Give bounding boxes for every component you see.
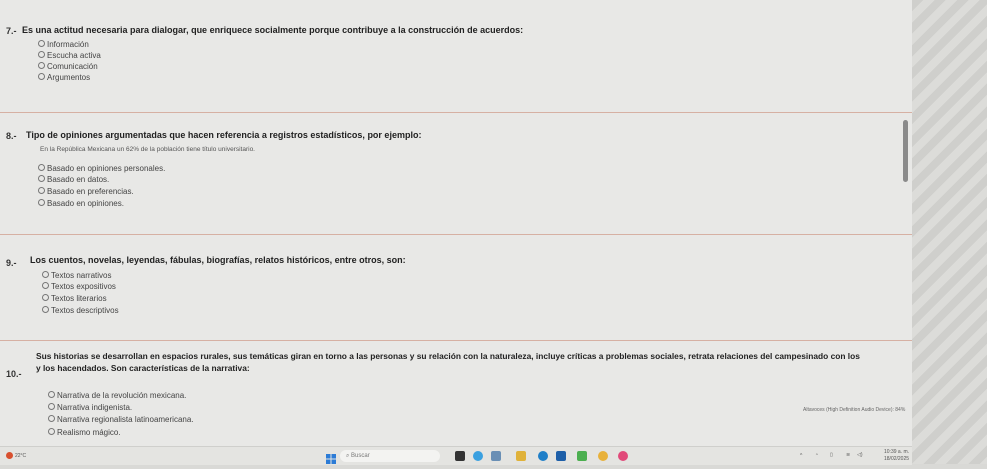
- question-9-option-2[interactable]: Textos expositivos: [42, 282, 116, 292]
- radio-icon[interactable]: [38, 51, 45, 59]
- screen-bezel: [912, 0, 987, 464]
- radio-icon[interactable]: [48, 403, 55, 411]
- radio-icon[interactable]: [38, 175, 45, 183]
- word-icon[interactable]: [556, 451, 566, 461]
- question-7-option-2[interactable]: Escucha activa: [38, 51, 101, 61]
- radio-icon[interactable]: [38, 164, 45, 172]
- question-8-example: En la República Mexicana un 62% de la po…: [40, 146, 255, 153]
- question-divider: [0, 112, 912, 113]
- radio-icon[interactable]: [42, 282, 49, 290]
- question-9-option-1[interactable]: Textos narrativos: [42, 271, 111, 281]
- edge-browser-icon[interactable]: [538, 451, 548, 461]
- question-10-number: 10.-: [6, 369, 22, 379]
- question-8-number: 8.-: [6, 131, 17, 141]
- question-8-option-2[interactable]: Basado en datos.: [38, 175, 109, 185]
- copilot-icon[interactable]: [473, 451, 483, 461]
- question-8-option-1[interactable]: Basado en opiniones personales.: [38, 164, 165, 174]
- question-8-option-4[interactable]: Basado en opiniones.: [38, 199, 124, 209]
- clock-date[interactable]: 18/02/2025: [884, 456, 909, 462]
- tray-chevron-icon[interactable]: ^: [800, 453, 802, 459]
- question-10-option-1[interactable]: Narrativa de la revolución mexicana.: [48, 391, 186, 401]
- taskbar-search-input[interactable]: ⌕ Buscar: [340, 450, 440, 462]
- browser-page: 7.- Es una actitud necesaria para dialog…: [0, 0, 912, 446]
- task-view-icon[interactable]: [455, 451, 465, 461]
- radio-icon[interactable]: [42, 306, 49, 314]
- tray-app-icon[interactable]: ◔: [815, 452, 818, 458]
- radio-icon[interactable]: [38, 40, 45, 48]
- tray-battery-icon[interactable]: ▯: [830, 452, 833, 458]
- page-scrollbar[interactable]: [903, 120, 908, 182]
- question-divider: [0, 234, 912, 235]
- question-9-option-4[interactable]: Textos descriptivos: [42, 306, 119, 316]
- radio-icon[interactable]: [38, 62, 45, 70]
- question-10-option-4[interactable]: Realismo mágico.: [48, 428, 121, 438]
- widgets-icon[interactable]: [491, 451, 501, 461]
- question-9-text: Los cuentos, novelas, leyendas, fábulas,…: [30, 255, 406, 265]
- question-8-text: Tipo de opiniones argumentadas que hacen…: [26, 130, 422, 140]
- radio-icon[interactable]: [42, 294, 49, 302]
- question-10-option-2[interactable]: Narrativa indigenista.: [48, 403, 132, 413]
- radio-icon[interactable]: [48, 391, 55, 399]
- radio-icon[interactable]: [38, 199, 45, 207]
- volume-icon[interactable]: ◁): [857, 452, 863, 458]
- wifi-icon[interactable]: ≋: [846, 452, 850, 458]
- radio-icon[interactable]: [48, 415, 55, 423]
- question-divider: [0, 340, 912, 341]
- question-10-text-line2: y los hacendados. Son características de…: [36, 363, 250, 373]
- question-7-text: Es una actitud necesaria para dialogar, …: [22, 25, 524, 35]
- radio-icon[interactable]: [48, 428, 55, 436]
- volume-notification: Altavoces (High Definition Audio Device)…: [803, 407, 906, 413]
- radio-icon[interactable]: [38, 73, 45, 81]
- radio-icon[interactable]: [42, 271, 49, 279]
- file-explorer-icon[interactable]: [516, 451, 526, 461]
- chrome-icon[interactable]: [598, 451, 608, 461]
- clock-time[interactable]: 10:39 a. m.: [884, 449, 909, 455]
- question-7-number: 7.-: [6, 26, 17, 36]
- question-8-option-3[interactable]: Basado en preferencias.: [38, 187, 134, 197]
- windows-start-icon[interactable]: [326, 451, 336, 469]
- question-10-text-line1: Sus historias se desarrollan en espacios…: [36, 351, 860, 361]
- taskbar: 22°C ⌕ Buscar ^ ◔ ▯ ≋ ◁) 10:39 a. m. 18/…: [0, 446, 912, 465]
- question-9-number: 9.-: [6, 258, 17, 268]
- question-7-option-1[interactable]: Información: [38, 40, 89, 50]
- weather-icon: [6, 452, 13, 459]
- question-10-option-3[interactable]: Narrativa regionalista latinoamericana.: [48, 415, 194, 425]
- app-icon[interactable]: [618, 451, 628, 461]
- store-icon[interactable]: [577, 451, 587, 461]
- question-9-option-3[interactable]: Textos literarios: [42, 294, 107, 304]
- question-7-option-4[interactable]: Argumentos: [38, 73, 90, 83]
- weather-widget[interactable]: 22°C: [6, 452, 26, 459]
- question-7-option-3[interactable]: Comunicación: [38, 62, 98, 72]
- radio-icon[interactable]: [38, 187, 45, 195]
